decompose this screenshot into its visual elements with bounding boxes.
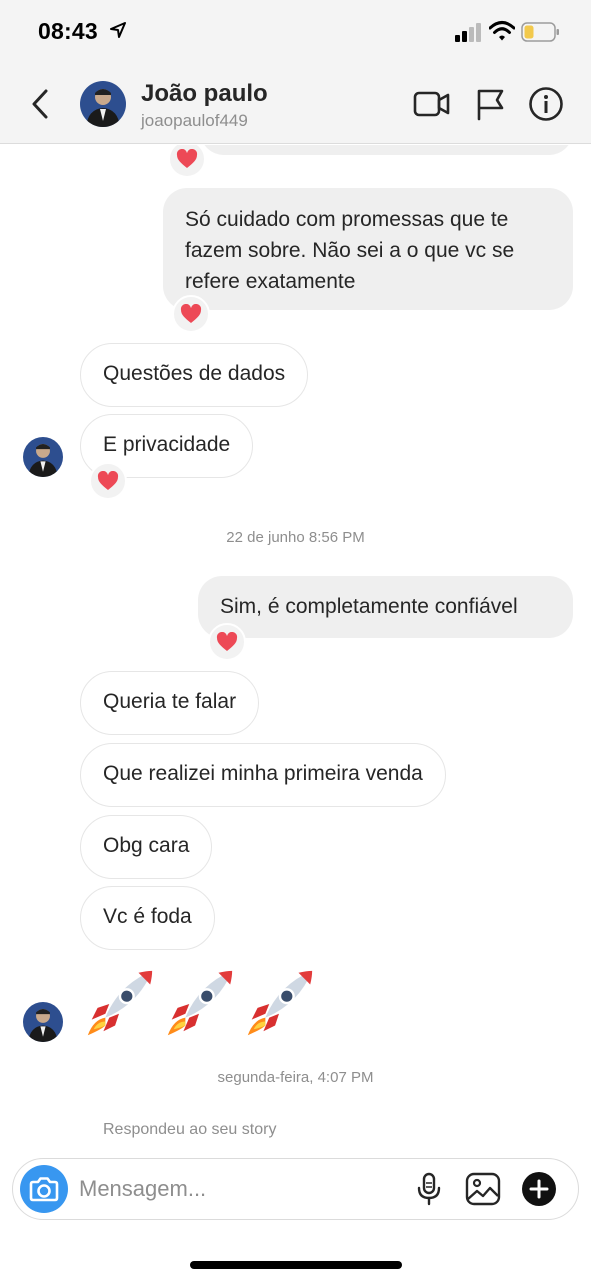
status-time: 08:43 [38,18,98,44]
message-bubble-outgoing-previous[interactable] [200,145,573,155]
heart-icon [180,304,202,323]
microphone-icon[interactable] [411,1171,447,1207]
story-reply-note: Respondeu ao seu story [103,1121,277,1138]
avatar[interactable] [80,81,126,127]
message-thread[interactable]: Só cuidado com promessas que te fazem so… [0,145,591,1155]
heart-icon [97,471,119,490]
timestamp: 22 de junho 8:56 PM [226,529,365,546]
message-input[interactable] [79,1172,399,1206]
message-composer [12,1158,579,1220]
rocket-emoji[interactable] [80,965,158,1043]
battery-icon [521,22,559,42]
message-text: Queria te falar [103,690,237,713]
contact-username: joaopaulof449 [141,111,248,130]
message-bubble-incoming[interactable]: Vc é foda [80,886,215,950]
chat-header: João paulo joaopaulof449 [0,64,591,144]
message-bubble-incoming[interactable]: Queria te falar [80,671,260,735]
flag-icon[interactable] [472,86,510,122]
heart-reaction[interactable] [208,623,246,661]
location-arrow-icon [110,22,126,38]
heart-reaction[interactable] [89,462,127,500]
heart-icon [176,149,198,168]
contact-name[interactable]: João paulo [141,80,268,108]
message-bubble-outgoing[interactable]: Só cuidado com promessas que te fazem so… [163,188,573,310]
wifi-icon [489,21,515,41]
home-indicator[interactable] [190,1261,402,1269]
status-bar: 08:43 [0,0,591,64]
message-bubble-incoming[interactable]: Que realizei minha primeira venda [80,743,446,807]
message-bubble-outgoing[interactable]: Sim, é completamente confiável [198,576,573,638]
avatar[interactable] [23,437,63,477]
info-icon[interactable] [527,86,565,122]
message-text: Questões de dados [103,362,286,385]
rocket-emoji[interactable] [240,965,318,1043]
cellular-signal-icon [455,23,481,42]
plus-icon[interactable] [521,1171,557,1207]
message-text: Sim, é completamente confiável [220,595,518,618]
message-text: Vc é foda [103,905,192,928]
timestamp: segunda-feira, 4:07 PM [217,1069,374,1086]
heart-reaction[interactable] [168,145,206,178]
gallery-icon[interactable] [465,1171,501,1207]
camera-icon [29,1177,59,1202]
message-text: E privacidade [103,433,231,456]
heart-icon [216,632,238,651]
message-bubble-incoming[interactable]: Obg cara [80,815,213,879]
message-text: Obg cara [103,834,190,857]
back-icon[interactable] [26,86,56,122]
message-text: Que realizei minha primeira venda [103,762,423,785]
avatar[interactable] [23,1002,63,1042]
message-text: Só cuidado com promessas que te fazem so… [185,208,515,293]
heart-reaction[interactable] [172,295,210,333]
video-call-icon[interactable] [413,86,451,122]
rocket-emoji[interactable] [160,965,238,1043]
camera-button[interactable] [20,1165,68,1213]
message-bubble-incoming[interactable]: Questões de dados [80,343,309,407]
